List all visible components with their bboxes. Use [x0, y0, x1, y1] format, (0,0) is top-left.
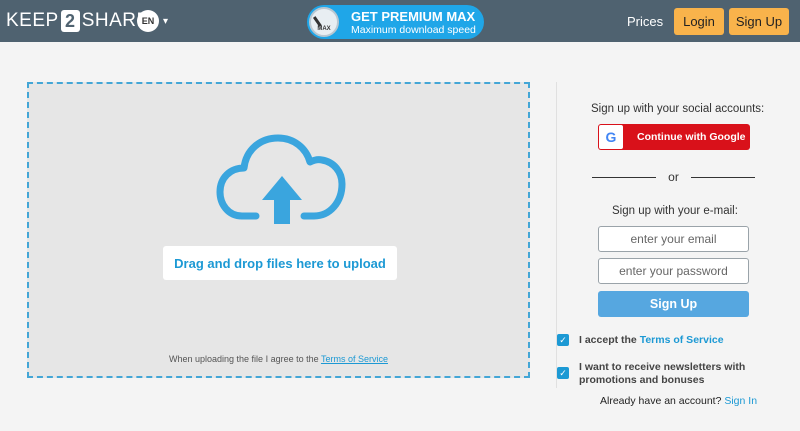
google-icon: G: [599, 125, 623, 149]
accept-terms-checkbox[interactable]: ✓: [557, 334, 569, 346]
upload-tos-text: When uploading the file I agree to the: [169, 354, 319, 364]
signup-header-button[interactable]: Sign Up: [729, 8, 789, 35]
speedometer-max-label: MAX: [317, 26, 331, 32]
newsletter-label: I want to receive newsletters with promo…: [579, 361, 746, 386]
checkmark-icon: ✓: [559, 334, 567, 345]
premium-subtitle: Maximum download speed: [351, 24, 476, 36]
upload-tos-link[interactable]: Terms of Service: [321, 354, 388, 364]
signup-submit-button[interactable]: Sign Up: [598, 291, 749, 317]
have-account-text: Already have an account?: [600, 395, 722, 407]
checkmark-icon: ✓: [559, 367, 567, 378]
separator-line-right: [690, 176, 756, 178]
email-signup-title: Sign up with your e-mail:: [612, 205, 738, 217]
cloud-upload-icon: [216, 134, 346, 224]
accept-terms-label: I accept the Terms of Service: [579, 334, 724, 347]
language-badge: EN: [137, 10, 159, 32]
or-label: or: [668, 170, 679, 184]
email-input[interactable]: [598, 226, 749, 252]
prices-link[interactable]: Prices: [627, 14, 663, 29]
chevron-down-icon: ▾: [163, 15, 169, 27]
or-separator: or: [592, 170, 756, 184]
language-selector[interactable]: EN ▾: [137, 10, 168, 32]
top-header: KEEP 2 SHARE EN ▾ MAX GET PREMIUM MAX Ma…: [0, 0, 800, 42]
login-button[interactable]: Login: [674, 8, 724, 35]
accept-terms-text: I accept the: [579, 334, 637, 346]
upload-dropzone[interactable]: Drag and drop files here to upload When …: [27, 82, 530, 378]
logo-text-keep: KEEP: [6, 10, 59, 31]
keep2share-logo[interactable]: KEEP 2 SHARE: [6, 9, 150, 33]
google-button-label: Continue with Google: [637, 131, 746, 143]
newsletter-checkbox[interactable]: ✓: [557, 367, 569, 379]
separator-line-left: [592, 176, 657, 178]
logo-text-2: 2: [60, 10, 80, 32]
have-account-row: Already have an account? Sign In: [600, 395, 757, 407]
drag-and-drop-button[interactable]: Drag and drop files here to upload: [163, 246, 397, 280]
get-premium-banner[interactable]: MAX GET PREMIUM MAX Maximum download spe…: [307, 5, 484, 39]
social-signup-title: Sign up with your social accounts:: [591, 103, 765, 115]
terms-of-service-link[interactable]: Terms of Service: [640, 334, 724, 346]
speedometer-icon: MAX: [309, 7, 339, 37]
premium-title: GET PREMIUM MAX: [351, 9, 476, 24]
upload-tos-note: When uploading the file I agree to the T…: [29, 354, 528, 364]
continue-with-google-button[interactable]: G Continue with Google: [598, 124, 750, 150]
sign-in-link[interactable]: Sign In: [724, 395, 757, 407]
password-input[interactable]: [598, 258, 749, 284]
